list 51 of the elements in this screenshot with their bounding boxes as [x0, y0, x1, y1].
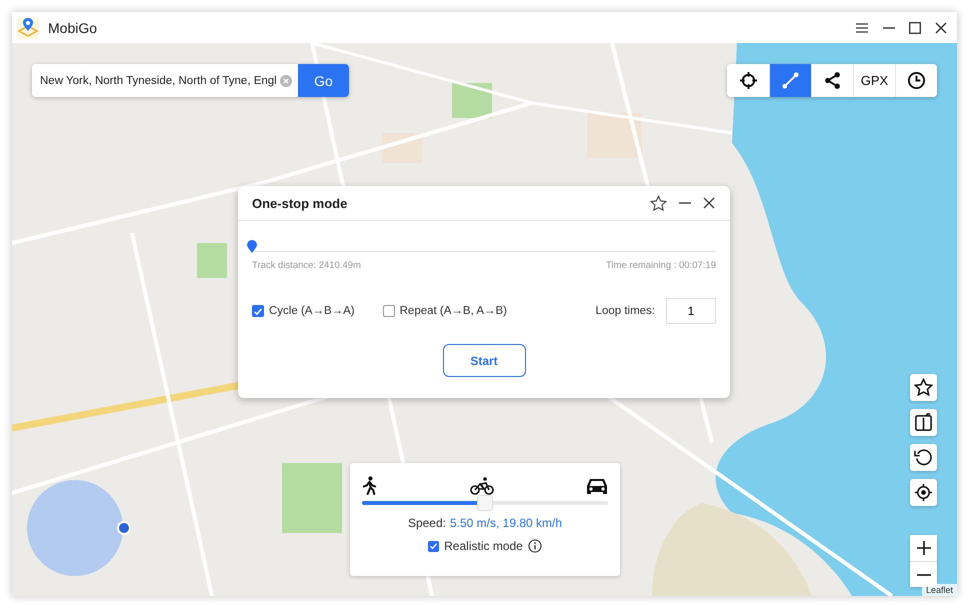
- loop-times-label: Loop times:: [596, 305, 655, 317]
- start-button[interactable]: Start: [442, 344, 526, 377]
- attribution-link[interactable]: Leaflet: [922, 584, 957, 596]
- option-label: Cycle (A→B→A): [269, 305, 355, 317]
- star-icon: [914, 378, 933, 397]
- minus-icon: [916, 574, 930, 576]
- crosshair-icon: [738, 71, 758, 90]
- zoom-out-button[interactable]: [910, 561, 937, 587]
- info-icon[interactable]: [528, 539, 542, 553]
- option-label: Repeat (A→B, A→B): [400, 305, 507, 317]
- gpx-button[interactable]: GPX: [853, 64, 895, 97]
- car-icon[interactable]: [586, 477, 608, 495]
- checkbox[interactable]: [382, 305, 395, 317]
- slider-thumb[interactable]: [477, 495, 493, 511]
- maximize-icon[interactable]: [909, 22, 921, 34]
- track-distance: Track distance: 2410.49m: [252, 260, 361, 271]
- dialog-title: One-stop mode: [252, 196, 348, 210]
- crosshair-button[interactable]: [727, 64, 769, 97]
- rotate-icon: [914, 448, 933, 467]
- window-title: MobiGo: [48, 20, 98, 36]
- share-button[interactable]: [811, 64, 853, 97]
- close-icon[interactable]: [935, 22, 947, 34]
- clock-icon: [907, 71, 926, 90]
- history-button[interactable]: [895, 64, 937, 97]
- panel-button[interactable]: [910, 409, 937, 436]
- checkbox[interactable]: [428, 540, 440, 552]
- rotate-button[interactable]: [910, 444, 937, 471]
- star-icon[interactable]: [650, 194, 667, 212]
- speed-label: Speed:: [408, 516, 446, 530]
- go-button[interactable]: Go: [298, 64, 349, 97]
- bicycle-icon[interactable]: [470, 477, 494, 495]
- zoom-in-button[interactable]: [910, 535, 937, 561]
- speed-value: 5.50 m/s, 19.80 km/h: [450, 516, 562, 530]
- app-logo-icon: [16, 16, 40, 40]
- speed-slider[interactable]: [362, 495, 608, 511]
- plus-icon: [916, 541, 930, 555]
- star-button[interactable]: [910, 374, 937, 401]
- menu-icon[interactable]: [855, 22, 869, 34]
- locate-icon: [914, 483, 933, 502]
- minimize-icon[interactable]: [883, 26, 895, 28]
- locate-button[interactable]: [910, 479, 937, 506]
- checkbox[interactable]: [252, 305, 264, 317]
- route-icon: [781, 71, 800, 90]
- share-icon: [823, 71, 842, 90]
- loop-times-field[interactable]: 1: [666, 298, 716, 324]
- realistic-mode-label: Realistic mode: [444, 539, 523, 553]
- walker-icon[interactable]: [362, 476, 377, 495]
- panel-icon: [914, 413, 933, 432]
- close-icon[interactable]: [703, 197, 715, 209]
- time-remaining: Time remaining : 00:07:19: [606, 260, 716, 271]
- route-button[interactable]: [769, 64, 811, 97]
